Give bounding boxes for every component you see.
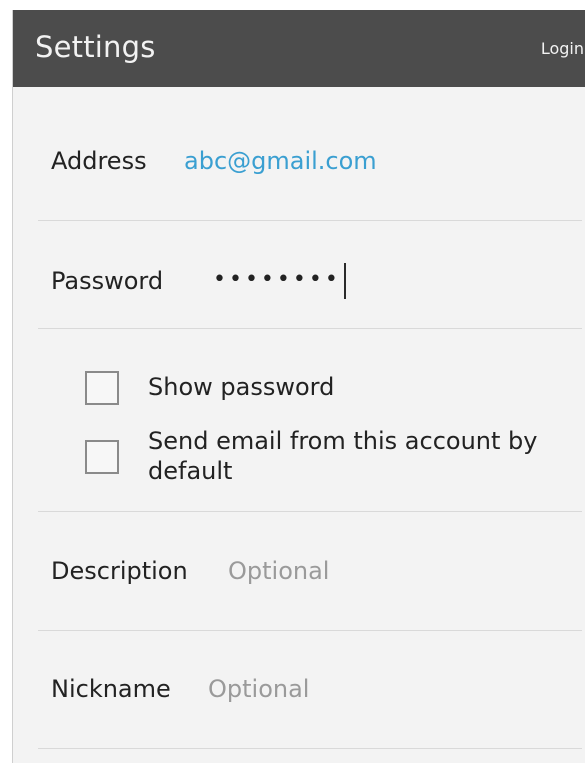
description-label: Description xyxy=(51,557,188,585)
show-password-checkbox[interactable] xyxy=(85,371,119,405)
address-row[interactable]: Address abc@gmail.com xyxy=(38,130,582,220)
divider xyxy=(38,328,582,329)
description-field[interactable]: Optional xyxy=(228,557,329,585)
divider xyxy=(38,220,582,221)
login-button[interactable]: Login xyxy=(541,39,584,58)
address-label: Address xyxy=(51,147,147,175)
nickname-field[interactable]: Optional xyxy=(208,675,309,703)
password-label: Password xyxy=(51,267,164,295)
password-field[interactable]: •••••••• xyxy=(213,267,341,292)
text-cursor xyxy=(344,263,346,299)
description-row[interactable]: Description Optional xyxy=(38,530,582,620)
nickname-label: Nickname xyxy=(51,675,171,703)
show-password-label[interactable]: Show password xyxy=(148,372,334,402)
divider xyxy=(38,630,582,631)
send-default-label[interactable]: Send email from this account by default xyxy=(148,426,548,486)
address-field[interactable]: abc@gmail.com xyxy=(184,147,377,175)
settings-screen: Settings Login Address abc@gmail.com Pas… xyxy=(12,10,585,763)
app-bar: Settings Login xyxy=(13,10,585,87)
nickname-row[interactable]: Nickname Optional xyxy=(38,650,582,730)
password-row[interactable]: Password •••••••• xyxy=(38,240,582,320)
page-title: Settings xyxy=(35,30,156,64)
divider xyxy=(38,511,582,512)
send-default-checkbox[interactable] xyxy=(85,440,119,474)
divider xyxy=(38,748,582,749)
